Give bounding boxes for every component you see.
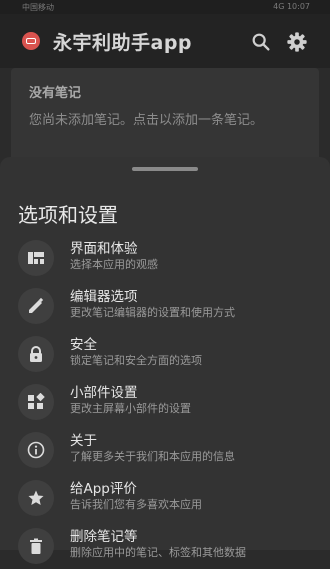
app-bar: 永宇利助手app [0, 14, 330, 68]
option-icon-circle [18, 336, 54, 372]
options-bottom-sheet: 选项和设置 界面和体验 选择本应用的观感 编辑器选项 更改笔记编辑器的设置和使用… [0, 157, 330, 564]
option-icon-circle [18, 288, 54, 324]
option-description: 更改笔记编辑器的设置和使用方式 [70, 306, 235, 319]
option-label: 小部件设置 [70, 385, 138, 401]
option-label: 删除笔记等 [70, 529, 138, 545]
option-description: 了解更多关于我们和本应用的信息 [70, 450, 235, 463]
lock-icon [30, 346, 42, 362]
sheet-drag-handle[interactable] [132, 167, 198, 171]
settings-button[interactable] [286, 31, 308, 53]
star-icon [28, 490, 44, 505]
option-rate-app[interactable]: 给App评价 告诉我们您有多喜欢本应用 [0, 477, 330, 521]
option-security[interactable]: 安全 锁定笔记和安全方面的选项 [0, 333, 330, 377]
option-description: 更改主屏幕小部件的设置 [70, 402, 191, 415]
app-logo-icon [22, 32, 40, 50]
widgets-icon [28, 393, 45, 409]
option-description: 锁定笔记和安全方面的选项 [70, 354, 202, 367]
empty-notes-heading: 没有笔记 [29, 86, 82, 101]
empty-notes-body: 您尚未添加笔记。点击以添加一条笔记。 [29, 113, 264, 128]
option-icon-circle [18, 528, 54, 564]
option-description: 告诉我们您有多喜欢本应用 [70, 498, 202, 511]
option-editor[interactable]: 编辑器选项 更改笔记编辑器的设置和使用方式 [0, 285, 330, 329]
status-time: 4G 10:07 [273, 2, 310, 11]
carrier-text: 中国移动 [22, 3, 54, 12]
sheet-title: 选项和设置 [18, 203, 118, 227]
trash-icon [30, 538, 42, 554]
info-icon [27, 441, 45, 459]
status-bar: 中国移动 4G 10:07 [0, 0, 330, 14]
option-label: 关于 [70, 433, 97, 449]
app-title: 永宇利助手app [53, 32, 193, 54]
option-about[interactable]: 关于 了解更多关于我们和本应用的信息 [0, 429, 330, 473]
option-icon-circle [18, 384, 54, 420]
search-button[interactable] [250, 31, 272, 53]
option-icon-circle [18, 240, 54, 276]
option-delete-notes[interactable]: 删除笔记等 删除应用中的笔记、标签和其他数据 [0, 525, 330, 569]
option-label: 编辑器选项 [70, 289, 138, 305]
pencil-icon [29, 297, 44, 313]
option-description: 删除应用中的笔记、标签和其他数据 [70, 546, 246, 559]
gear-icon [287, 32, 307, 52]
option-appearance[interactable]: 界面和体验 选择本应用的观感 [0, 237, 330, 281]
option-label: 安全 [70, 337, 97, 353]
option-label: 给App评价 [70, 481, 137, 497]
option-icon-circle [18, 480, 54, 516]
option-label: 界面和体验 [70, 241, 138, 257]
option-description: 选择本应用的观感 [70, 258, 158, 271]
layout-icon [28, 252, 44, 264]
option-widgets[interactable]: 小部件设置 更改主屏幕小部件的设置 [0, 381, 330, 425]
search-icon [252, 33, 270, 51]
option-icon-circle [18, 432, 54, 468]
